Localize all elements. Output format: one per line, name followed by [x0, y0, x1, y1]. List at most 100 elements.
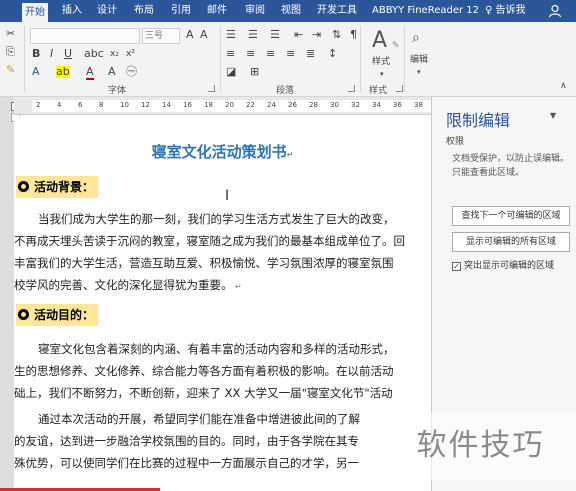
para2-line: 础上，我们不断努力，不断创新，迎来了 XX 大学又一届"寝室文化节"活动: [14, 386, 393, 400]
styles-dialog-launcher[interactable]: [396, 85, 403, 92]
tell-me-box[interactable]: ♀ 告诉我: [485, 0, 526, 22]
chevron-down-icon: ▾: [417, 68, 421, 76]
font-size-combo[interactable]: 三号: [142, 28, 180, 44]
ribbon-home: ✂ ⎘ ✎ 三号 A A B I U abc x₂ x² A ab A A ㊀ …: [0, 22, 576, 97]
ruler-tick-label: 22: [246, 101, 255, 109]
strikethrough-icon[interactable]: abc: [84, 48, 104, 60]
highlight-regions-checkbox[interactable]: ✓ 突出显示可编辑的区域: [452, 258, 554, 271]
highlight-icon[interactable]: ab: [56, 66, 70, 78]
show-all-editable-button[interactable]: 显示可编辑的所有区域: [452, 232, 570, 252]
font-color-icon[interactable]: A: [86, 66, 94, 80]
tab-abbyy[interactable]: ABBYY FineReader 12: [372, 0, 479, 22]
separator: [360, 26, 361, 92]
para2-line: 寝室文化包含着深刻的内涵、有着丰富的活动内容和多样的活动形式，: [38, 342, 395, 356]
copy-icon[interactable]: ⎘: [6, 46, 15, 58]
paragraph-mark: ↵: [286, 150, 294, 159]
ruler-tick-label: 26: [288, 101, 297, 109]
sort-icon[interactable]: ⇅: [332, 29, 341, 41]
decrease-indent-icon[interactable]: ⇤: [294, 29, 303, 41]
ruler-tick-label: 34: [372, 101, 381, 109]
underline-icon[interactable]: U: [64, 48, 72, 60]
ruler-tick-label: 30: [330, 101, 339, 109]
ruler-tick-label: 16: [183, 101, 192, 109]
para3-line: 殊优势，可以使同学们在比赛的过程中一方面展示自己的才学，另一: [14, 456, 359, 470]
tab-home[interactable]: 开始: [22, 3, 48, 22]
ruler-tick-label: 4: [57, 101, 62, 109]
borders-icon[interactable]: ⊞: [250, 66, 259, 78]
paragraph-dialog-launcher[interactable]: [348, 85, 355, 92]
para2-line: 生的思想修养、文化修养、综合能力等各方面有着积极的影响。在以前活动: [14, 364, 394, 378]
group-label-styles: 样式: [369, 86, 388, 96]
text-effects-icon[interactable]: A: [32, 66, 40, 78]
font-name-combo[interactable]: [30, 28, 140, 44]
ruler-tick-label: 36: [393, 101, 402, 109]
heading-background: 活动目的：: [16, 304, 99, 326]
increase-indent-icon[interactable]: ⇥: [312, 29, 321, 41]
tab-review[interactable]: 审阅: [245, 0, 265, 22]
bullet-icon: [18, 309, 29, 320]
char-shading-icon[interactable]: A: [108, 66, 116, 78]
tab-layout[interactable]: 布局: [134, 0, 154, 22]
lightbulb-icon: ♀: [485, 5, 496, 16]
collapse-ribbon-icon[interactable]: ∧: [560, 80, 567, 92]
format-painter-icon[interactable]: ✎: [6, 64, 15, 76]
numbering-icon[interactable]: ☰: [248, 29, 258, 41]
align-right-icon[interactable]: ≡: [266, 48, 275, 60]
styles-icon[interactable]: A: [372, 30, 387, 52]
para1-line: 丰富我们的大学生活，营造互助互爱、积极愉悦、学习氛围浓厚的寝室氛围: [14, 256, 394, 270]
superscript-icon[interactable]: x²: [126, 48, 135, 60]
cut-icon[interactable]: ✂: [6, 28, 15, 40]
document-page[interactable]: 寝室文化活动策划书↵ 活动背景： I 当我们成为大学生的那一刻，我们的学习生活方…: [14, 116, 431, 491]
ruler-tick-label: 28: [309, 101, 318, 109]
horizontal-ruler[interactable]: 2 4 6 8 10 12 14 16 18 20 22 24 26 28 30 32 34 36 38: [14, 97, 431, 115]
para3-line: 的友谊，达到进一步融洽学校氛围的目的。同时，由于各学院在其专: [14, 434, 359, 448]
tab-design[interactable]: 设计: [97, 0, 117, 22]
bold-icon[interactable]: B: [32, 48, 40, 60]
para1-line: 不再成天埋头苦读于沉闷的教室，寝室随之成为我们的最基本组成单位了。回: [14, 234, 405, 248]
bullets-icon[interactable]: ☰: [226, 29, 236, 41]
ribbon-tab-bar: 开始 插入 设计 布局 引用 邮件 审阅 视图 开发工具 ABBYY FineR…: [0, 0, 576, 22]
line-spacing-icon[interactable]: ↕: [328, 48, 337, 60]
shading-icon[interactable]: ◪: [226, 66, 236, 78]
italic-icon[interactable]: I: [50, 48, 53, 60]
ruler-tick-label: 18: [204, 101, 213, 109]
ruler-tick-label: 38: [414, 101, 423, 109]
search-icon[interactable]: ⌕: [412, 31, 420, 45]
tab-mailings[interactable]: 邮件: [207, 0, 227, 22]
document-title: 寝室文化活动策划书↵: [151, 143, 294, 161]
ruler-tick-label: 2: [36, 101, 41, 109]
tab-developer[interactable]: 开发工具: [317, 0, 357, 22]
show-marks-icon[interactable]: ¶: [350, 29, 357, 41]
find-next-editable-button[interactable]: 查找下一个可编辑的区域: [452, 206, 570, 226]
ruler-tick-label: 14: [162, 101, 171, 109]
multilevel-list-icon[interactable]: ☰: [270, 29, 280, 41]
distributed-icon[interactable]: ≣: [306, 48, 315, 60]
tab-view[interactable]: 视图: [281, 0, 301, 22]
ruler-tick-label: 10: [120, 101, 129, 109]
tab-insert[interactable]: 插入: [62, 0, 82, 22]
protection-message: 文档受保护，以防止误编辑。只能查看此区域。: [452, 154, 570, 178]
font-dialog-launcher[interactable]: [208, 85, 215, 92]
enclose-char-icon[interactable]: ㊀: [126, 66, 137, 78]
group-label-paragraph: 段落: [276, 86, 295, 96]
ruler-tick-label: 24: [267, 101, 276, 109]
editing-button-label[interactable]: 编辑: [410, 54, 428, 66]
justify-icon[interactable]: ≡: [286, 48, 295, 60]
subscript-icon[interactable]: x₂: [110, 48, 119, 60]
styles-button-label[interactable]: 样式: [372, 56, 390, 68]
align-center-icon[interactable]: ≡: [246, 48, 255, 60]
share-person-icon[interactable]: [548, 4, 562, 18]
tab-references[interactable]: 引用: [171, 0, 191, 22]
heading-background: 活动背景：: [16, 176, 99, 198]
grow-font-icon[interactable]: A: [186, 29, 194, 41]
separator: [24, 26, 25, 92]
align-left-icon[interactable]: ≡: [226, 48, 235, 60]
para3-line: 通过本次活动的开展，希望同学们能在准备中增进彼此间的了解: [38, 412, 360, 426]
pane-options-chevron-icon[interactable]: ▼: [550, 111, 556, 120]
styles-pen-icon: ✎: [392, 41, 400, 51]
ruler-tick-label: 12: [141, 101, 150, 109]
para1-line: 校学风的完善、文化的深化显得犹为重要。 ↵: [14, 278, 242, 292]
group-label-font: 字体: [108, 86, 127, 96]
separator: [404, 26, 405, 92]
shrink-font-icon[interactable]: A: [200, 29, 208, 41]
